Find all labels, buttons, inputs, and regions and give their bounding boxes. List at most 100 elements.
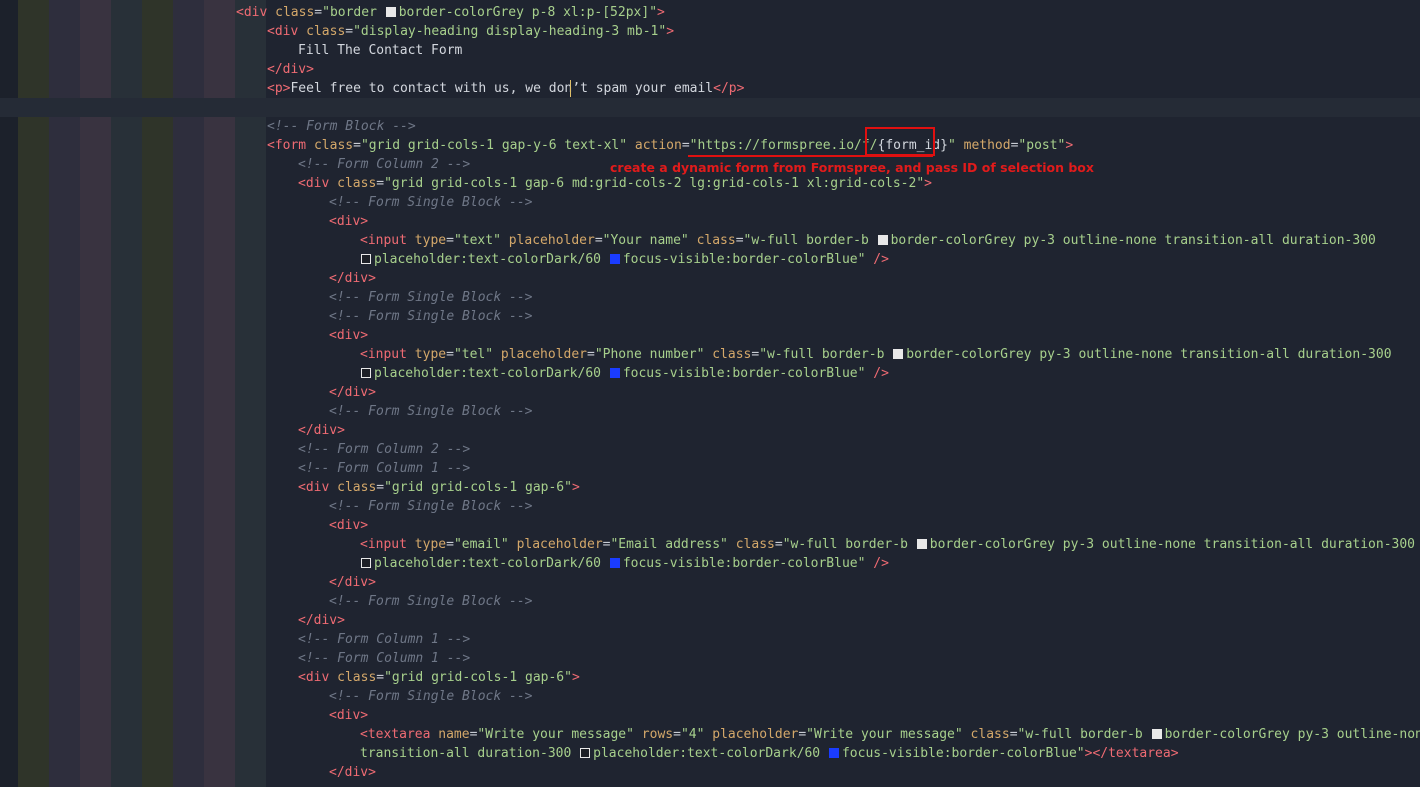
code-token: "text" bbox=[453, 233, 501, 248]
code-line[interactable]: <div> bbox=[0, 706, 1420, 725]
code-line[interactable]: <div class="border border-colorGrey p-8 … bbox=[0, 3, 1420, 22]
code-line[interactable]: <!-- Form Column 1 --> bbox=[0, 649, 1420, 668]
code-line[interactable]: </div> bbox=[0, 383, 1420, 402]
code-line[interactable]: <input type="email" placeholder="Email a… bbox=[0, 535, 1420, 554]
code-token: "post" bbox=[1018, 138, 1066, 153]
color-swatch-icon[interactable] bbox=[361, 368, 371, 378]
color-swatch-icon[interactable] bbox=[877, 235, 888, 245]
code-line[interactable]: <div class="display-heading display-head… bbox=[0, 22, 1420, 41]
code-token: "Your name" bbox=[602, 233, 689, 248]
color-swatch-icon[interactable] bbox=[916, 539, 927, 549]
code-line-content: <!-- Form Column 2 --> bbox=[298, 155, 470, 174]
code-line[interactable]: <!-- Form Single Block --> bbox=[0, 402, 1420, 421]
highlight-underline bbox=[688, 155, 933, 157]
code-token: Feel free to contact with us, we don’t s… bbox=[290, 81, 714, 96]
code-token: <!-- Form Single Block --> bbox=[329, 290, 533, 305]
code-line[interactable]: <!-- Form Block --> bbox=[0, 117, 1420, 136]
code-token: placeholder bbox=[516, 537, 603, 552]
code-line[interactable]: </div> bbox=[0, 421, 1420, 440]
code-line[interactable]: Fill The Contact Form bbox=[0, 41, 1420, 60]
code-token: <textarea bbox=[360, 727, 431, 742]
code-token: border-colorGrey p-8 xl:p-[52px] bbox=[398, 5, 650, 20]
code-line-content: Fill The Contact Form bbox=[298, 41, 462, 60]
code-line-content: </div> bbox=[267, 60, 314, 79]
code-line[interactable]: </div> bbox=[0, 611, 1420, 630]
code-line-content: </div> bbox=[329, 269, 376, 288]
code-line[interactable]: <div class="grid grid-cols-1 gap-6"> bbox=[0, 668, 1420, 687]
code-line[interactable]: transition-all duration-300 placeholder:… bbox=[0, 744, 1420, 763]
code-token: "w-full border-b bbox=[743, 233, 877, 248]
code-line[interactable]: <!-- Form Single Block --> bbox=[0, 497, 1420, 516]
color-swatch-icon[interactable] bbox=[609, 368, 620, 378]
code-line-content: placeholder:text-colorDark/60 focus-visi… bbox=[360, 364, 889, 383]
text-cursor bbox=[570, 80, 571, 97]
code-editor[interactable]: <div class="border border-colorGrey p-8 … bbox=[0, 0, 1420, 787]
code-line[interactable]: <!-- Form Single Block --> bbox=[0, 592, 1420, 611]
code-line[interactable]: placeholder:text-colorDark/60 focus-visi… bbox=[0, 364, 1420, 383]
code-token: class bbox=[313, 138, 354, 153]
code-line[interactable]: </div> bbox=[0, 573, 1420, 592]
code-token: <!-- Form Column 1 --> bbox=[298, 461, 471, 476]
code-line[interactable]: <div> bbox=[0, 212, 1420, 231]
code-token: </div> bbox=[329, 575, 376, 590]
color-swatch-icon[interactable] bbox=[361, 254, 371, 264]
code-line[interactable]: <div> bbox=[0, 326, 1420, 345]
code-line[interactable] bbox=[0, 98, 1420, 117]
code-line-content: <div> bbox=[329, 706, 368, 725]
code-token: class bbox=[735, 537, 775, 552]
code-line-content: <!-- Form Single Block --> bbox=[329, 592, 533, 611]
code-token: > bbox=[657, 5, 665, 20]
code-token: </textarea> bbox=[1092, 746, 1179, 761]
code-token: /> bbox=[873, 252, 889, 267]
code-line[interactable]: <input type="tel" placeholder="Phone num… bbox=[0, 345, 1420, 364]
color-swatch-icon[interactable] bbox=[1151, 729, 1162, 739]
code-line[interactable]: <form class="grid grid-cols-1 gap-y-6 te… bbox=[0, 136, 1420, 155]
code-line[interactable]: <!-- Form Column 1 --> bbox=[0, 459, 1420, 478]
color-swatch-icon[interactable] bbox=[828, 748, 839, 758]
color-swatch-icon[interactable] bbox=[580, 748, 591, 758]
code-line[interactable]: <div> bbox=[0, 516, 1420, 535]
code-line[interactable]: <!-- Form Single Block --> bbox=[0, 307, 1420, 326]
code-line[interactable]: <div class="grid grid-cols-1 gap-6"> bbox=[0, 478, 1420, 497]
code-line[interactable]: <!-- Form Single Block --> bbox=[0, 687, 1420, 706]
code-line[interactable]: <!-- Form Column 2 --> bbox=[0, 440, 1420, 459]
color-swatch-icon[interactable] bbox=[609, 558, 620, 568]
code-token: > bbox=[1065, 138, 1074, 153]
code-token: <!-- Form Single Block --> bbox=[329, 404, 533, 419]
code-line[interactable]: <!-- Form Single Block --> bbox=[0, 193, 1420, 212]
code-line[interactable]: <!-- Form Column 1 --> bbox=[0, 630, 1420, 649]
code-token: </p> bbox=[713, 81, 745, 96]
code-line[interactable]: placeholder:text-colorDark/60 focus-visi… bbox=[0, 250, 1420, 269]
code-token: "email" bbox=[453, 537, 509, 552]
code-line-content: <div> bbox=[329, 212, 368, 231]
code-token: > bbox=[924, 176, 932, 191]
code-token: placeholder:text-colorDark/60 bbox=[374, 252, 609, 267]
code-line[interactable]: <!-- Form Single Block --> bbox=[0, 288, 1420, 307]
code-token: <div> bbox=[329, 214, 369, 229]
code-line[interactable]: <p>Feel free to contact with us, we don’… bbox=[0, 79, 1420, 98]
code-line-content: <div class="grid grid-cols-1 gap-6"> bbox=[298, 668, 580, 687]
code-line[interactable]: <textarea name="Write your message" rows… bbox=[0, 725, 1420, 744]
code-line[interactable]: </div> bbox=[0, 269, 1420, 288]
code-token: class bbox=[275, 5, 315, 20]
code-token: <div> bbox=[329, 518, 369, 533]
code-line[interactable]: </div> bbox=[0, 763, 1420, 782]
code-line[interactable]: placeholder:text-colorDark/60 focus-visi… bbox=[0, 554, 1420, 573]
code-token: method bbox=[963, 138, 1011, 153]
code-token: name bbox=[438, 727, 470, 742]
code-line[interactable]: </div> bbox=[0, 60, 1420, 79]
color-swatch-icon[interactable] bbox=[385, 7, 396, 17]
code-token: class bbox=[970, 727, 1010, 742]
code-token: class bbox=[337, 670, 377, 685]
color-swatch-icon[interactable] bbox=[893, 349, 904, 359]
color-swatch-icon[interactable] bbox=[609, 254, 620, 264]
code-line[interactable]: <input type="text" placeholder="Your nam… bbox=[0, 231, 1420, 250]
code-token: <!-- Form Single Block --> bbox=[329, 689, 533, 704]
color-swatch-icon[interactable] bbox=[361, 558, 371, 568]
code-token: = bbox=[673, 727, 681, 742]
code-token: transition-all duration-300 bbox=[360, 746, 580, 761]
